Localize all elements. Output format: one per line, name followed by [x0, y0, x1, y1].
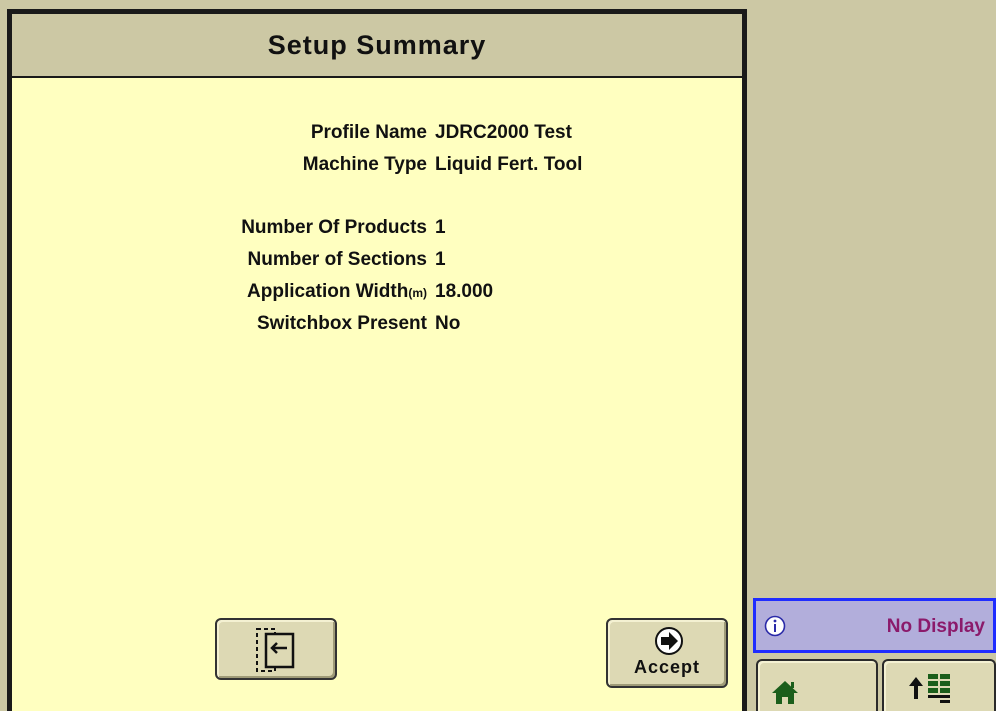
info-icon — [764, 615, 786, 637]
layout-manager-button[interactable] — [882, 659, 996, 711]
row-label: Profile Name — [310, 122, 427, 143]
row-label-text: Application Width — [247, 281, 409, 302]
home-button[interactable] — [756, 659, 878, 711]
home-icon — [772, 681, 798, 704]
summary-row-number-of-products: Number Of Products 1 — [12, 217, 747, 245]
row-value: 18.000 — [435, 281, 494, 302]
summary-row-switchbox-present: Switchbox Present No — [12, 313, 747, 341]
row-value: Liquid Fert. Tool — [435, 154, 583, 175]
info-status-bar[interactable]: No Display — [753, 598, 996, 653]
row-value: 1 — [435, 217, 446, 238]
back-button[interactable] — [215, 618, 337, 680]
row-label: Number Of Products — [241, 217, 427, 238]
exit-back-icon — [256, 628, 295, 672]
summary-row-profile-name: Profile Name JDRC2000 Test — [12, 122, 747, 150]
row-label: Number of Sections — [247, 249, 427, 270]
accept-button[interactable]: Accept — [606, 618, 728, 688]
dialog-body: Setup Summary Profile Name JDRC2000 Test… — [12, 14, 742, 711]
row-label: Switchbox Present — [257, 313, 427, 334]
summary-row-number-of-sections: Number of Sections 1 — [12, 249, 747, 277]
accept-arrow-icon — [655, 627, 683, 655]
layout-manager-icon — [909, 674, 950, 703]
setup-summary-dialog: Setup Summary Profile Name JDRC2000 Test… — [7, 9, 747, 711]
accept-label: Accept — [633, 657, 701, 677]
row-value: 1 — [435, 249, 446, 270]
status-message: No Display — [886, 616, 985, 637]
row-label: Application Width(m) — [247, 281, 427, 303]
row-value: JDRC2000 Test — [435, 122, 572, 143]
summary-row-machine-type: Machine Type Liquid Fert. Tool — [12, 154, 747, 182]
title-bar: Setup Summary — [12, 14, 742, 78]
row-value: No — [435, 313, 461, 334]
row-label: Machine Type — [302, 154, 427, 175]
summary-row-application-width: Application Width(m) 18.000 — [12, 281, 747, 309]
unit-label: (m) — [408, 286, 427, 300]
page-title: Setup Summary — [267, 29, 487, 60]
